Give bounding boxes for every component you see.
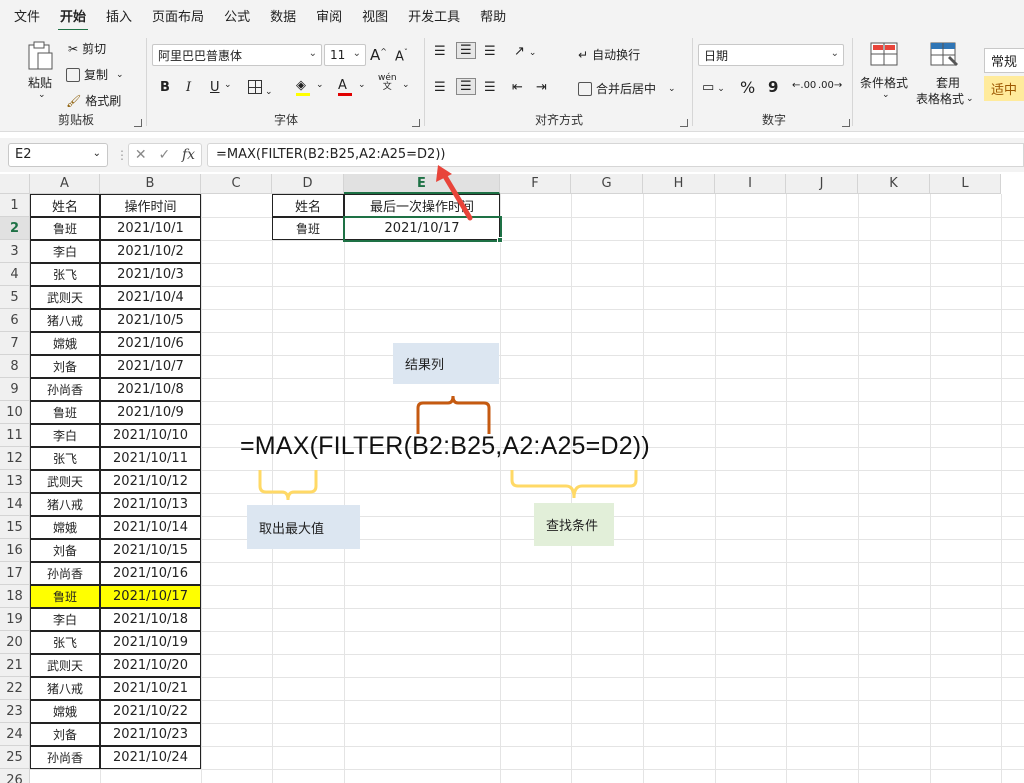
orange-brace-icon <box>416 395 491 434</box>
note-result-column: 结果列 <box>393 343 499 384</box>
red-arrow-icon <box>440 170 473 221</box>
note-take-max: 取出最大值 <box>247 505 360 549</box>
annotation-overlay <box>258 165 638 501</box>
annotation-formula: =MAX(FILTER(B2:B25,A2:A25=D2)) <box>240 432 650 460</box>
yellow-brace-max-icon <box>258 470 318 501</box>
yellow-brace-condition-icon <box>510 470 638 499</box>
note-condition: 查找条件 <box>534 503 614 546</box>
